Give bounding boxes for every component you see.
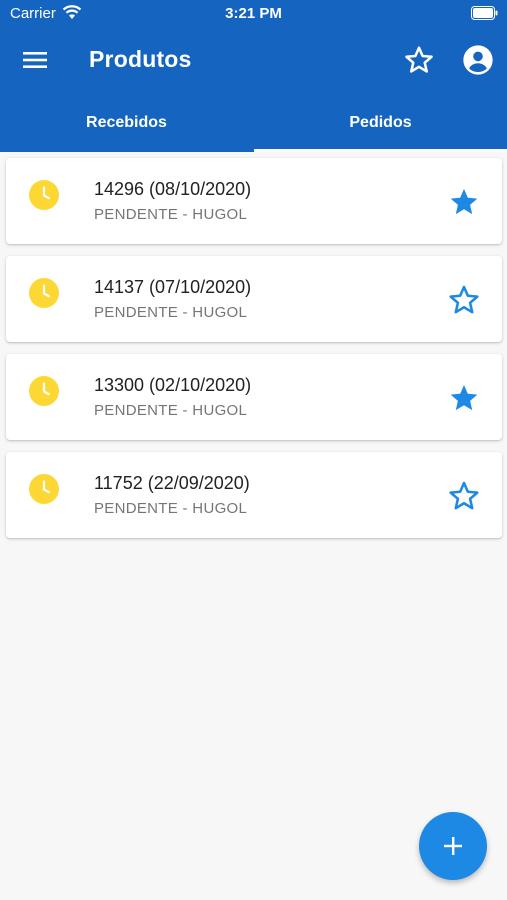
orders-list: 14296 (08/10/2020) PENDENTE - HUGOL 1413… [6, 158, 502, 550]
order-title: 14137 (07/10/2020) [94, 277, 252, 297]
star-outline-icon[interactable] [403, 44, 435, 76]
order-title: 11752 (22/09/2020) [94, 473, 250, 493]
star-filled-icon[interactable] [446, 185, 482, 219]
app-bar: Produtos [0, 32, 507, 88]
order-status: PENDENTE - HUGOL [94, 402, 248, 419]
clock-icon [29, 474, 59, 504]
clock-icon [29, 278, 59, 308]
star-filled-icon[interactable] [446, 381, 482, 415]
status-bar: Carrier 3:21 PM [0, 0, 507, 28]
order-status: PENDENTE - HUGOL [94, 500, 248, 517]
list-item[interactable]: 14296 (08/10/2020) PENDENTE - HUGOL [6, 158, 502, 244]
account-circle-icon[interactable] [462, 44, 494, 76]
order-title: 13300 (02/10/2020) [94, 375, 252, 395]
list-item[interactable]: 14137 (07/10/2020) PENDENTE - HUGOL [6, 256, 502, 342]
page-title: Produtos [89, 46, 192, 72]
list-item[interactable]: 11752 (22/09/2020) PENDENTE - HUGOL [6, 452, 502, 538]
clock-time: 3:21 PM [225, 5, 282, 22]
star-outline-icon[interactable] [446, 479, 482, 513]
menu-icon[interactable] [20, 46, 50, 74]
tab-indicator [254, 149, 507, 152]
star-outline-icon[interactable] [446, 283, 482, 317]
clock-icon [29, 180, 59, 210]
clock-icon [29, 376, 59, 406]
plus-icon [444, 837, 462, 855]
tab-recebidos[interactable]: Recebidos [0, 98, 253, 152]
list-item[interactable]: 13300 (02/10/2020) PENDENTE - HUGOL [6, 354, 502, 440]
order-status: PENDENTE - HUGOL [94, 206, 248, 223]
add-order-button[interactable] [419, 812, 487, 880]
battery-icon [471, 6, 498, 20]
tab-bar: Recebidos Pedidos [0, 98, 507, 152]
header: Carrier 3:21 PM Produtos Recebidos Pedid… [0, 0, 507, 152]
order-status: PENDENTE - HUGOL [94, 304, 248, 321]
tab-pedidos[interactable]: Pedidos [254, 98, 507, 152]
order-title: 14296 (08/10/2020) [94, 179, 252, 199]
